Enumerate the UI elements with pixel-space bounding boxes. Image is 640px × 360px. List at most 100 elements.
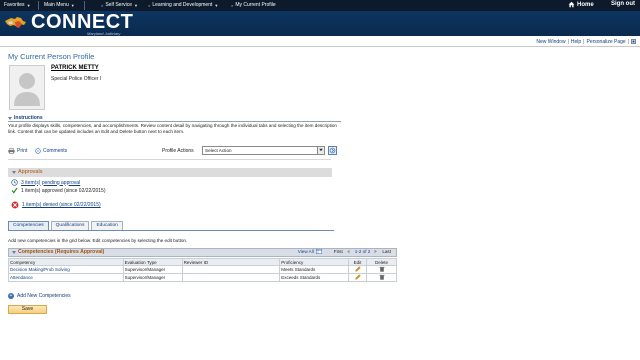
- printer-icon: [8, 148, 15, 154]
- tab-qualifications[interactable]: Qualifications: [50, 221, 90, 230]
- nav-self-service-label: Self Service: [105, 2, 133, 8]
- add-new-competencies-link[interactable]: + Add New Competencies: [8, 293, 71, 299]
- personalize-page-link[interactable]: Personalize Page: [586, 39, 625, 45]
- save-button[interactable]: Save: [8, 305, 47, 314]
- column-header: Proficiency: [279, 258, 350, 266]
- home-icon: [568, 1, 575, 8]
- approvals-denied-item[interactable]: 1 item(s) denied (since 02/22/2015): [11, 201, 101, 209]
- profile-actions-row: Print Comments Profile Actions Select Ac…: [8, 145, 337, 157]
- nav-my-current-profile-label: My Current Profile: [235, 2, 276, 8]
- comment-icon: [35, 148, 41, 154]
- page-range: 1-2 of 2: [354, 249, 371, 254]
- tab-education[interactable]: Education: [91, 221, 123, 230]
- approvals-heading: Approvals: [18, 169, 43, 175]
- pencil-icon: [354, 274, 361, 280]
- profile-actions-select[interactable]: Select Action: [202, 146, 325, 155]
- first-link[interactable]: First: [334, 249, 343, 254]
- approvals-header-bar[interactable]: [8, 168, 332, 177]
- grid-options-icon[interactable]: [315, 249, 322, 254]
- column-header: Reviewer ID: [181, 258, 281, 266]
- chevron-down-icon: ▼: [214, 2, 219, 8]
- top-navigation-bar: Favorites ▼ Main Menu ▼ > Self Service ▼…: [0, 0, 640, 11]
- nav-divider: [84, 1, 85, 10]
- nav-divider: [38, 1, 39, 10]
- edit-button[interactable]: [348, 265, 368, 274]
- sign-out-link[interactable]: Sign out: [611, 1, 635, 7]
- profile-actions-label: Profile Actions: [162, 148, 194, 154]
- table-row: Attendance Supervisor/Manager Exceeds St…: [8, 273, 397, 282]
- chevron-down-icon: ▼: [134, 2, 138, 8]
- utility-links: New Window | Help | Personalize Page |: [536, 39, 636, 45]
- reviewer-id-cell: [181, 273, 281, 282]
- page-title: My Current Person Profile: [8, 52, 95, 61]
- approvals-pending-link[interactable]: 3 item(s) pending approval: [21, 180, 80, 186]
- go-button[interactable]: [328, 146, 337, 155]
- chevron-right-icon: >: [231, 2, 234, 8]
- person-silhouette-icon: [14, 73, 40, 106]
- add-new-competencies-label: Add New Competencies: [17, 293, 71, 299]
- collapse-icon: [8, 116, 12, 120]
- proficiency-cell: Exceeds Standards: [279, 273, 350, 282]
- grid-title: Competencies (Requires Approval): [18, 249, 105, 255]
- sign-out-label: Sign out: [611, 1, 635, 7]
- chevron-down-icon: ▼: [70, 2, 75, 8]
- new-window-link[interactable]: New Window: [536, 39, 565, 45]
- evaluation-type-cell: Supervisor/Manager: [122, 265, 183, 274]
- avatar: [9, 65, 45, 110]
- competencies-table: Competency Evaluation Type Reviewer ID P…: [8, 258, 397, 282]
- next-arrow-icon[interactable]: [373, 249, 378, 254]
- profile-tabs: Competencies Qualifications Education: [8, 221, 125, 230]
- comments-link[interactable]: Comments: [35, 148, 67, 154]
- reviewer-id-cell: [181, 265, 281, 274]
- table-header-row: Competency Evaluation Type Reviewer ID P…: [8, 258, 397, 266]
- delete-button[interactable]: [366, 273, 397, 282]
- delete-button[interactable]: [366, 265, 397, 274]
- nav-my-current-profile[interactable]: > My Current Profile: [231, 2, 276, 8]
- grid-navigation: View All First 1-2 of 2 Last: [294, 249, 391, 254]
- approvals-toggle[interactable]: Approvals: [12, 169, 42, 175]
- denied-icon: [11, 201, 19, 209]
- print-link[interactable]: Print: [8, 148, 27, 154]
- table-row: Decision Making/Prob Solving Supervisor/…: [8, 265, 397, 274]
- edit-button[interactable]: [348, 273, 368, 282]
- link-divider: |: [567, 39, 569, 45]
- column-header: Evaluation Type: [122, 258, 183, 266]
- dropdown-arrow-icon: [317, 147, 324, 154]
- grid-instructions: Add new competencies in the grid below. …: [8, 238, 188, 243]
- nav-favorites[interactable]: Favorites ▼: [4, 2, 31, 8]
- nav-learning-development-label: Learning and Development: [152, 2, 213, 8]
- profile-actions-value: Select Action: [205, 148, 232, 153]
- view-all-link[interactable]: View All: [298, 249, 314, 254]
- trash-icon: [379, 266, 384, 272]
- tab-competencies[interactable]: Competencies: [8, 221, 49, 230]
- brand-subtitle: Maryland Judiciary: [87, 31, 121, 36]
- go-arrow-icon: [329, 147, 336, 154]
- tabs-divider: [8, 230, 334, 231]
- page-options-icon[interactable]: [631, 39, 636, 44]
- collapse-icon: [12, 170, 16, 174]
- nav-main-menu[interactable]: Main Menu ▼: [44, 2, 75, 8]
- proficiency-cell: Meets Standards: [279, 265, 350, 274]
- comments-label: Comments: [43, 148, 68, 154]
- competency-link[interactable]: Decision Making/Prob Solving: [8, 265, 124, 274]
- header-divider: [0, 46, 640, 47]
- column-header: Delete: [366, 258, 397, 266]
- approvals-pending-item[interactable]: 3 item(s) pending approval: [11, 179, 80, 186]
- home-link[interactable]: Home: [568, 1, 594, 8]
- last-link[interactable]: Last: [382, 249, 391, 254]
- help-link[interactable]: Help: [571, 39, 581, 45]
- column-header: Edit: [348, 258, 368, 266]
- previous-arrow-icon[interactable]: [346, 249, 351, 254]
- column-header: Competency: [8, 258, 124, 266]
- approvals-denied-link[interactable]: 1 item(s) denied (since 02/22/2015): [22, 202, 101, 208]
- link-divider: |: [627, 39, 629, 45]
- nav-learning-development[interactable]: > Learning and Development ▼: [148, 2, 218, 8]
- competency-link[interactable]: Attendance: [8, 273, 124, 282]
- actions-divider: [8, 159, 331, 160]
- nav-self-service[interactable]: > Self Service ▼: [101, 2, 138, 8]
- nav-favorites-label: Favorites: [4, 2, 25, 8]
- instructions-text: Your profile displays skills, competenci…: [8, 123, 337, 134]
- chevron-right-icon: >: [101, 2, 104, 8]
- link-divider: |: [583, 39, 585, 45]
- grid-title-toggle[interactable]: Competencies (Requires Approval): [12, 249, 104, 255]
